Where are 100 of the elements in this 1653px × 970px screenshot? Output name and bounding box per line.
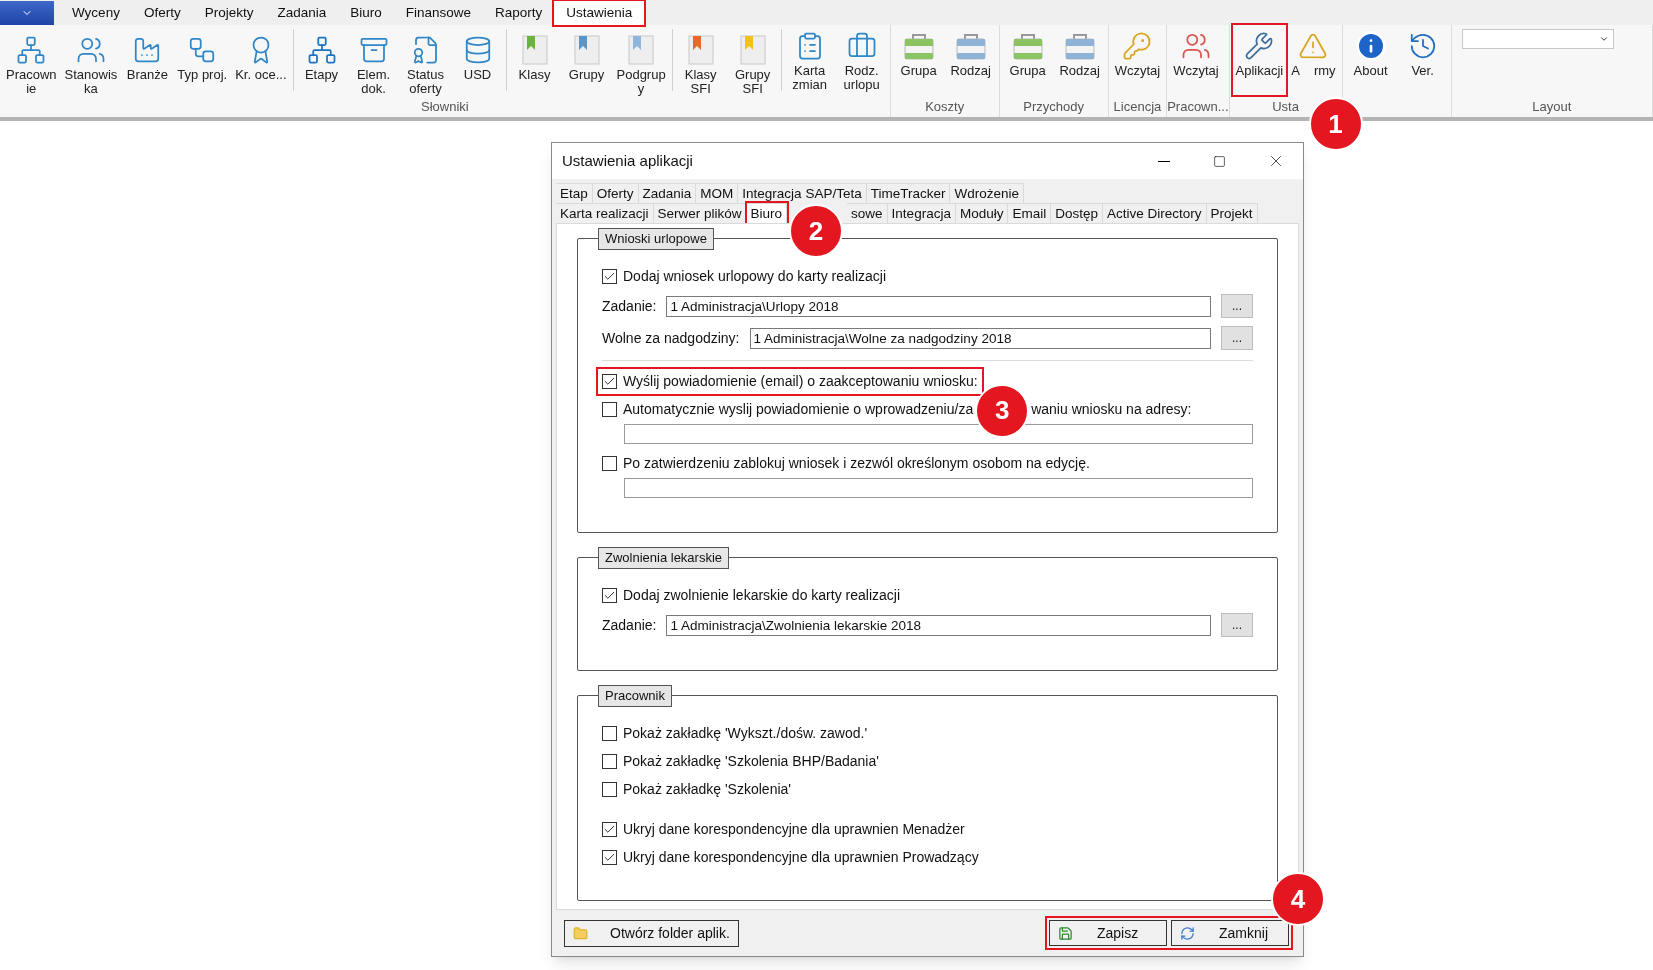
key-icon (1122, 31, 1153, 61)
checkbox[interactable] (602, 753, 617, 769)
ribbon-button[interactable]: Wczytaj (1111, 25, 1164, 95)
checkbox[interactable] (602, 781, 617, 797)
dialog-tab[interactable]: TimeTracker (866, 183, 951, 203)
browse-button[interactable]: ... (1221, 294, 1253, 318)
checkbox[interactable] (602, 455, 617, 471)
bookmark-icon (626, 34, 657, 66)
ribbon-button[interactable]: Status oferty (400, 29, 451, 99)
text-field[interactable]: 1 Administracja\Zwolnienia lekarskie 2018 (666, 614, 1211, 636)
text-field[interactable]: 1 Administracja\Wolne za nadgodziny 2018 (749, 327, 1211, 349)
save-button[interactable]: Zapisz (1049, 920, 1167, 946)
checkbox[interactable] (602, 587, 617, 603)
ribbon-button[interactable]: Podgrup y (613, 29, 669, 99)
dialog-tab[interactable]: Biuro (746, 203, 788, 223)
checkbox[interactable] (602, 849, 617, 865)
menu-tab[interactable]: Zadania (265, 1, 339, 25)
checkbox-label: Pokaż zakładkę 'Wykszt./dośw. zawod.' (623, 723, 868, 743)
ribbon-button[interactable]: Rodzaj (1054, 25, 1105, 95)
ribbon-button[interactable]: USD (452, 29, 503, 99)
ribbon-button[interactable]: Ver. (1397, 25, 1448, 95)
menu-tab[interactable]: Projekty (192, 1, 266, 25)
ribbon-button[interactable]: About (1345, 25, 1396, 95)
ribbon-button[interactable]: Rodzaj (945, 25, 996, 95)
ribbon-button[interactable]: Grupa (1002, 25, 1053, 95)
ribbon-button[interactable]: Aplikacji (1232, 25, 1287, 95)
dialog-tab[interactable]: Etap (556, 183, 593, 203)
dialog-tab[interactable]: Wdrożenie (950, 183, 1024, 203)
ribbon-button[interactable]: Elem. dok. (348, 29, 399, 99)
dialog-tab[interactable]: Active Directory (1103, 203, 1207, 223)
ribbon-button[interactable]: Karta zmian (784, 25, 835, 95)
ribbon-button[interactable]: Etapy (296, 29, 347, 99)
ribbon-button[interactable]: A rmy (1288, 25, 1339, 95)
field-label: Zadanie: (602, 615, 657, 635)
info-icon (1354, 30, 1387, 62)
checkbox-label: Dodaj zwolnienie lekarskie do karty realizacji (623, 585, 900, 605)
menu-tab[interactable]: Raporty (483, 1, 555, 25)
browse-button[interactable]: ... (1221, 613, 1253, 637)
bag-icon (1063, 31, 1096, 61)
checkbox-label: Ukryj dane korespondencyjne dla uprawnien Menadżer (623, 819, 965, 839)
dialog-tab[interactable]: MOM (696, 183, 739, 203)
menu-tab[interactable]: Ustawienia (554, 1, 645, 25)
ribbon-button[interactable]: Grupa (893, 25, 944, 95)
text-field[interactable]: 1 Administracja\Urlopy 2018 (666, 295, 1211, 317)
dialog-tab[interactable]: Email (1008, 203, 1052, 223)
ribbon-button[interactable]: Branże (122, 29, 173, 99)
minimize-icon (1158, 160, 1170, 162)
tools-icon (1244, 31, 1275, 61)
bag-icon (902, 31, 935, 61)
dialog-tab[interactable]: Serwer plików (653, 203, 747, 223)
people-icon (75, 35, 106, 65)
checkbox[interactable] (602, 821, 617, 837)
dialog-tab[interactable]: Karta realizacji (556, 203, 654, 223)
group-label: Słowniki (420, 98, 470, 116)
ribbon-button[interactable]: Klasy SFI (675, 29, 726, 99)
checkbox-label: Pokaż zakładkę 'Szkolenia' (623, 779, 791, 799)
browse-button[interactable]: ... (1221, 326, 1253, 350)
window-title: Ustawienia aplikacji (562, 150, 694, 171)
refresh-icon (1180, 925, 1195, 941)
menu-tab[interactable]: Oferty (131, 1, 193, 25)
open-folder-button[interactable]: Otwórz folder aplik. (564, 919, 739, 947)
dialog-tab[interactable]: Dostęp (1051, 203, 1103, 223)
group-label: Usta (1271, 98, 1300, 116)
ribbon-button[interactable]: Klasy (509, 29, 560, 99)
ribbon-button[interactable]: Rodz. urlopu (836, 25, 887, 95)
group-label: Layout (1531, 98, 1573, 116)
checkbox[interactable] (602, 373, 617, 389)
checkbox-label: Ukryj dane korespondencyjne dla uprawnien Prowadzący (623, 847, 979, 867)
dialog-tab[interactable]: Oferty (592, 183, 639, 203)
dialog-tab[interactable]: Zadania (638, 183, 697, 203)
ribbon-button[interactable]: Grupy (561, 29, 612, 99)
dialog-tab[interactable]: Integracja (887, 203, 956, 223)
text-field[interactable] (624, 478, 1253, 498)
text-field[interactable] (624, 424, 1253, 444)
checkbox[interactable] (602, 725, 617, 741)
dialog-tab[interactable]: Integracja SAP/Teta (738, 183, 867, 203)
checkbox-label: Pokaż zakładkę 'Szkolenia BHP/Badania' (623, 751, 879, 771)
menu-tab[interactable]: Wyceny (60, 1, 132, 25)
dialog-tab[interactable]: sowe (847, 203, 888, 223)
ribbon-button[interactable]: Pracown ie (3, 29, 60, 99)
menu-tab[interactable]: Biuro (338, 1, 394, 25)
checkbox-label: Po zatwierdzeniu zablokuj wniosek i zezwól określonym osobom na edycję. (623, 453, 1090, 473)
bookmark-icon (737, 34, 768, 66)
checkbox[interactable] (602, 268, 617, 284)
dialog-tab[interactable]: Projekt (1206, 203, 1258, 223)
ribbon-button[interactable]: Kr. oce... (232, 29, 290, 99)
caret-icon (1598, 34, 1609, 44)
group-title: Zwolnienia lekarskie (598, 547, 730, 569)
close-button[interactable]: Zamknij (1171, 920, 1289, 946)
ribbon-button[interactable]: Wczytaj (1170, 25, 1222, 95)
ribbon-button[interactable]: Typ proj. (174, 29, 231, 99)
ribbon-button[interactable]: Grupy SFI (727, 29, 778, 99)
menu-tab[interactable]: Finansowe (393, 1, 484, 25)
checkbox[interactable] (602, 401, 617, 417)
users-add-icon (1180, 31, 1211, 61)
ribbon-button[interactable]: Stanowis ka (61, 29, 121, 99)
bag-icon (954, 31, 987, 61)
tray-icon (358, 35, 389, 65)
folder-icon (573, 925, 588, 941)
dialog-tab[interactable]: Moduły (955, 203, 1009, 223)
